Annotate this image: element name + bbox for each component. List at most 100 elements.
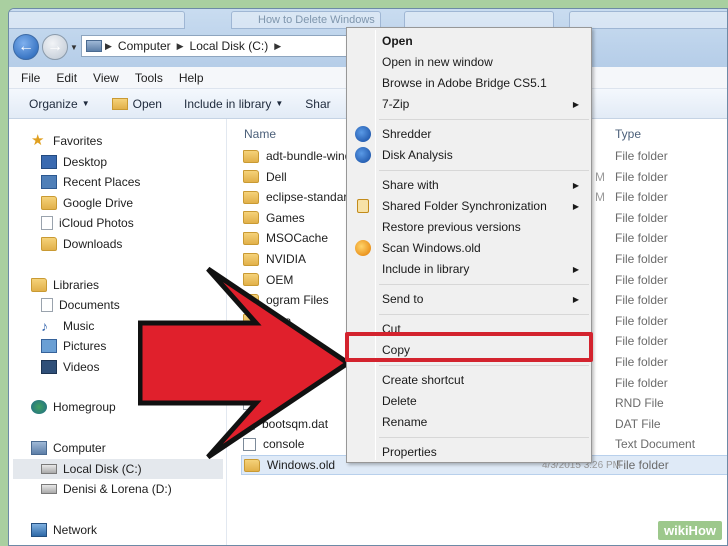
- nav-drive-d[interactable]: Denisi & Lorena (D:): [41, 479, 172, 499]
- red-arrow-icon: [138, 266, 353, 460]
- file-type: DAT File: [615, 416, 661, 431]
- nav-label: Local Disk (C:): [63, 462, 142, 476]
- drive-icon: [41, 484, 57, 494]
- menu-item-include-in-library[interactable]: Include in library ▶: [349, 259, 589, 279]
- nav-label: Network: [53, 523, 98, 537]
- menu-tools[interactable]: Tools: [135, 71, 163, 85]
- menu-item-restore-previous-versions[interactable]: Restore previous versions: [349, 217, 589, 237]
- pictures-icon: [41, 339, 57, 353]
- back-button[interactable]: ←: [13, 34, 39, 60]
- nav-label: Pictures: [63, 339, 107, 353]
- menu-item-label: Open: [382, 34, 413, 48]
- nav-recent-places[interactable]: Recent Places: [41, 172, 140, 192]
- nav-libraries[interactable]: Libraries: [31, 275, 99, 295]
- nav-desktop[interactable]: Desktop: [41, 152, 107, 172]
- menu-item-create-shortcut[interactable]: Create shortcut: [349, 370, 589, 390]
- chevron-right-icon[interactable]: ▶: [177, 41, 184, 52]
- nav-favorites[interactable]: ★ Favorites: [31, 131, 102, 151]
- menu-item-scan-windows-old[interactable]: Scan Windows.old: [349, 238, 589, 258]
- folder-icon: [243, 231, 259, 245]
- menu-file[interactable]: File: [21, 71, 40, 85]
- folder-icon: [243, 149, 259, 163]
- menu-item-label: Send to: [382, 292, 424, 306]
- nav-label: Music: [63, 319, 95, 333]
- star-icon: ★: [31, 132, 45, 149]
- file-type: File folder: [615, 334, 668, 349]
- nav-label: Downloads: [63, 237, 123, 251]
- file-icon: [41, 216, 53, 230]
- menu-item-label: Create shortcut: [382, 373, 465, 387]
- shredder-icon: [355, 147, 371, 163]
- menu-separator: [379, 170, 589, 171]
- file-type: RND File: [615, 396, 664, 411]
- chevron-right-icon[interactable]: ▶: [274, 41, 281, 52]
- menu-separator: [379, 119, 589, 120]
- nav-downloads[interactable]: Downloads: [41, 234, 122, 254]
- menu-separator: [379, 437, 589, 438]
- nav-label: Computer: [53, 441, 106, 455]
- menu-item-open-in-new-window[interactable]: Open in new window: [349, 52, 589, 72]
- submenu-arrow-icon: ▶: [572, 201, 579, 211]
- menu-item-label: Shredder: [382, 127, 432, 141]
- scan-icon: [355, 240, 371, 256]
- menu-item-shredder[interactable]: Shredder: [349, 124, 589, 144]
- nav-computer[interactable]: Computer: [31, 438, 106, 458]
- menu-item-properties[interactable]: Properties: [349, 442, 589, 462]
- menu-help[interactable]: Help: [179, 71, 204, 85]
- network-icon: [31, 523, 47, 537]
- menu-item-7-zip[interactable]: 7-Zip ▶: [349, 94, 589, 114]
- recent-pages-dropdown-icon[interactable]: ▼: [70, 43, 78, 52]
- nav-videos[interactable]: Videos: [41, 357, 99, 377]
- file-type: Text Document: [615, 437, 696, 452]
- dropdown-arrow-icon: ▼: [275, 99, 284, 108]
- menu-item-browse-in-adobe-bridge-cs5-1[interactable]: Browse in Adobe Bridge CS5.1: [349, 73, 589, 93]
- nav-homegroup[interactable]: Homegroup: [31, 397, 116, 417]
- nav-icloud-photos[interactable]: iCloud Photos: [41, 213, 134, 233]
- menu-item-rename[interactable]: Rename: [349, 412, 589, 432]
- nav-google-drive[interactable]: Google Drive: [41, 193, 133, 213]
- nav-documents[interactable]: Documents: [41, 295, 120, 315]
- menu-item-share-with[interactable]: Share with ▶: [349, 175, 589, 195]
- folder-icon: [243, 190, 259, 204]
- nav-label: Documents: [59, 298, 120, 312]
- recent-places-icon: [41, 175, 57, 189]
- menu-item-open[interactable]: Open: [349, 31, 589, 51]
- menu-separator: [379, 284, 589, 285]
- column-header-type[interactable]: Type: [615, 127, 641, 141]
- menu-item-delete[interactable]: Delete: [349, 391, 589, 411]
- share-label: Shar: [305, 96, 331, 111]
- menu-edit[interactable]: Edit: [56, 71, 77, 85]
- nav-label: Recent Places: [63, 175, 141, 189]
- nav-label: Desktop: [63, 155, 108, 169]
- forward-button[interactable]: →: [42, 34, 68, 60]
- open-button[interactable]: Open: [111, 97, 162, 111]
- share-button[interactable]: Shar: [305, 97, 330, 111]
- file-type: File folder: [615, 231, 668, 246]
- menu-item-label: Delete: [382, 394, 417, 408]
- file-type: File folder: [615, 149, 668, 163]
- menu-item-shared-folder-synchronization[interactable]: Shared Folder Synchronization ▶: [349, 196, 589, 216]
- organize-button[interactable]: Organize ▼: [29, 97, 90, 111]
- homegroup-icon: [31, 400, 47, 414]
- chevron-right-icon[interactable]: ▶: [105, 41, 112, 52]
- menu-view[interactable]: View: [93, 71, 119, 85]
- menu-item-label: Share with: [382, 178, 439, 192]
- file-date-fragment: M: [595, 190, 605, 205]
- column-header-name[interactable]: Name: [244, 127, 276, 141]
- menu-item-label: Open in new window: [382, 55, 493, 69]
- menu-item-send-to[interactable]: Send to ▶: [349, 289, 589, 309]
- menu-item-label: Browse in Adobe Bridge CS5.1: [382, 76, 547, 90]
- nav-label: iCloud Photos: [59, 216, 134, 230]
- nav-pictures[interactable]: Pictures: [41, 336, 106, 356]
- menu-item-label: Scan Windows.old: [382, 241, 481, 255]
- include-in-library-button[interactable]: Include in library ▼: [184, 97, 283, 111]
- nav-label: Favorites: [53, 134, 103, 148]
- nav-network[interactable]: Network: [31, 520, 97, 540]
- nav-music[interactable]: ♪ Music: [41, 316, 94, 336]
- breadcrumb-local-disk[interactable]: Local Disk (C:): [184, 39, 275, 53]
- music-icon: ♪: [41, 318, 48, 334]
- documents-icon: [41, 298, 53, 312]
- menu-item-disk-analysis[interactable]: Disk Analysis: [349, 145, 589, 165]
- address-bar[interactable]: ▶ Computer ▶ Local Disk (C:) ▶: [81, 35, 361, 57]
- breadcrumb-computer[interactable]: Computer: [112, 39, 177, 53]
